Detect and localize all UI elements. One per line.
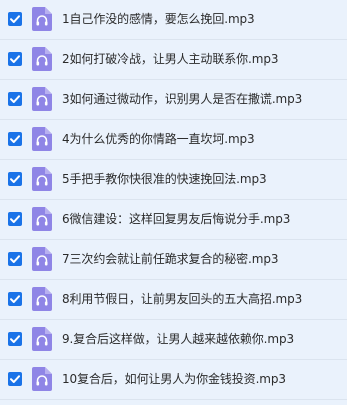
check-icon bbox=[10, 295, 20, 303]
audio-file-icon bbox=[32, 287, 52, 311]
audio-file-icon bbox=[32, 167, 52, 191]
checkbox-checked[interactable] bbox=[8, 52, 22, 66]
checkbox-checked[interactable] bbox=[8, 92, 22, 106]
checkbox-checked[interactable] bbox=[8, 292, 22, 306]
audio-file-icon bbox=[32, 327, 52, 351]
audio-file-icon bbox=[32, 7, 52, 31]
check-icon bbox=[10, 255, 20, 263]
file-name[interactable]: 6微信建设：这样回复男友后悔说分手.mp3 bbox=[62, 200, 290, 240]
file-name[interactable]: 10复合后，如何让男人为你金钱投资.mp3 bbox=[62, 360, 286, 400]
list-item[interactable]: 6微信建设：这样回复男友后悔说分手.mp3 bbox=[0, 200, 347, 240]
file-name[interactable]: 7三次约会就让前任跪求复合的秘密.mp3 bbox=[62, 240, 279, 280]
checkbox-checked[interactable] bbox=[8, 332, 22, 346]
list-item[interactable]: 4为什么优秀的你情路一直坎坷.mp3 bbox=[0, 120, 347, 160]
audio-file-icon bbox=[32, 127, 52, 151]
check-icon bbox=[10, 375, 20, 383]
list-item[interactable]: 7三次约会就让前任跪求复合的秘密.mp3 bbox=[0, 240, 347, 280]
check-icon bbox=[10, 215, 20, 223]
checkbox-checked[interactable] bbox=[8, 372, 22, 386]
checkbox-checked[interactable] bbox=[8, 12, 22, 26]
list-item[interactable]: 1自己作没的感情，要怎么挽回.mp3 bbox=[0, 0, 347, 40]
audio-file-icon bbox=[32, 47, 52, 71]
list-item[interactable]: 8利用节假日，让前男友回头的五大高招.mp3 bbox=[0, 280, 347, 320]
list-item[interactable]: 10复合后，如何让男人为你金钱投资.mp3 bbox=[0, 360, 347, 400]
check-icon bbox=[10, 15, 20, 23]
audio-file-icon bbox=[32, 247, 52, 271]
audio-file-icon bbox=[32, 207, 52, 231]
file-name[interactable]: 1自己作没的感情，要怎么挽回.mp3 bbox=[62, 0, 255, 40]
file-list: 1自己作没的感情，要怎么挽回.mp3 2如何打破冷战，让男人主动联系你.mp3 … bbox=[0, 0, 347, 405]
file-name[interactable]: 3如何通过微动作，识别男人是否在撒谎.mp3 bbox=[62, 80, 302, 120]
list-item[interactable]: 2如何打破冷战，让男人主动联系你.mp3 bbox=[0, 40, 347, 80]
checkbox-checked[interactable] bbox=[8, 132, 22, 146]
check-icon bbox=[10, 175, 20, 183]
audio-file-icon bbox=[32, 87, 52, 111]
file-name[interactable]: 2如何打破冷战，让男人主动联系你.mp3 bbox=[62, 40, 279, 80]
check-icon bbox=[10, 135, 20, 143]
check-icon bbox=[10, 95, 20, 103]
file-name[interactable]: 5手把手教你快很准的快速挽回法.mp3 bbox=[62, 160, 267, 200]
list-item[interactable]: 3如何通过微动作，识别男人是否在撒谎.mp3 bbox=[0, 80, 347, 120]
checkbox-checked[interactable] bbox=[8, 212, 22, 226]
file-name[interactable]: 8利用节假日，让前男友回头的五大高招.mp3 bbox=[62, 280, 302, 320]
audio-file-icon bbox=[32, 367, 52, 391]
list-item[interactable]: 9.复合后这样做，让男人越来越依赖你.mp3 bbox=[0, 320, 347, 360]
checkbox-checked[interactable] bbox=[8, 172, 22, 186]
file-name[interactable]: 9.复合后这样做，让男人越来越依赖你.mp3 bbox=[62, 320, 294, 360]
check-icon bbox=[10, 335, 20, 343]
file-name[interactable]: 4为什么优秀的你情路一直坎坷.mp3 bbox=[62, 120, 255, 160]
check-icon bbox=[10, 55, 20, 63]
list-item[interactable]: 5手把手教你快很准的快速挽回法.mp3 bbox=[0, 160, 347, 200]
checkbox-checked[interactable] bbox=[8, 252, 22, 266]
